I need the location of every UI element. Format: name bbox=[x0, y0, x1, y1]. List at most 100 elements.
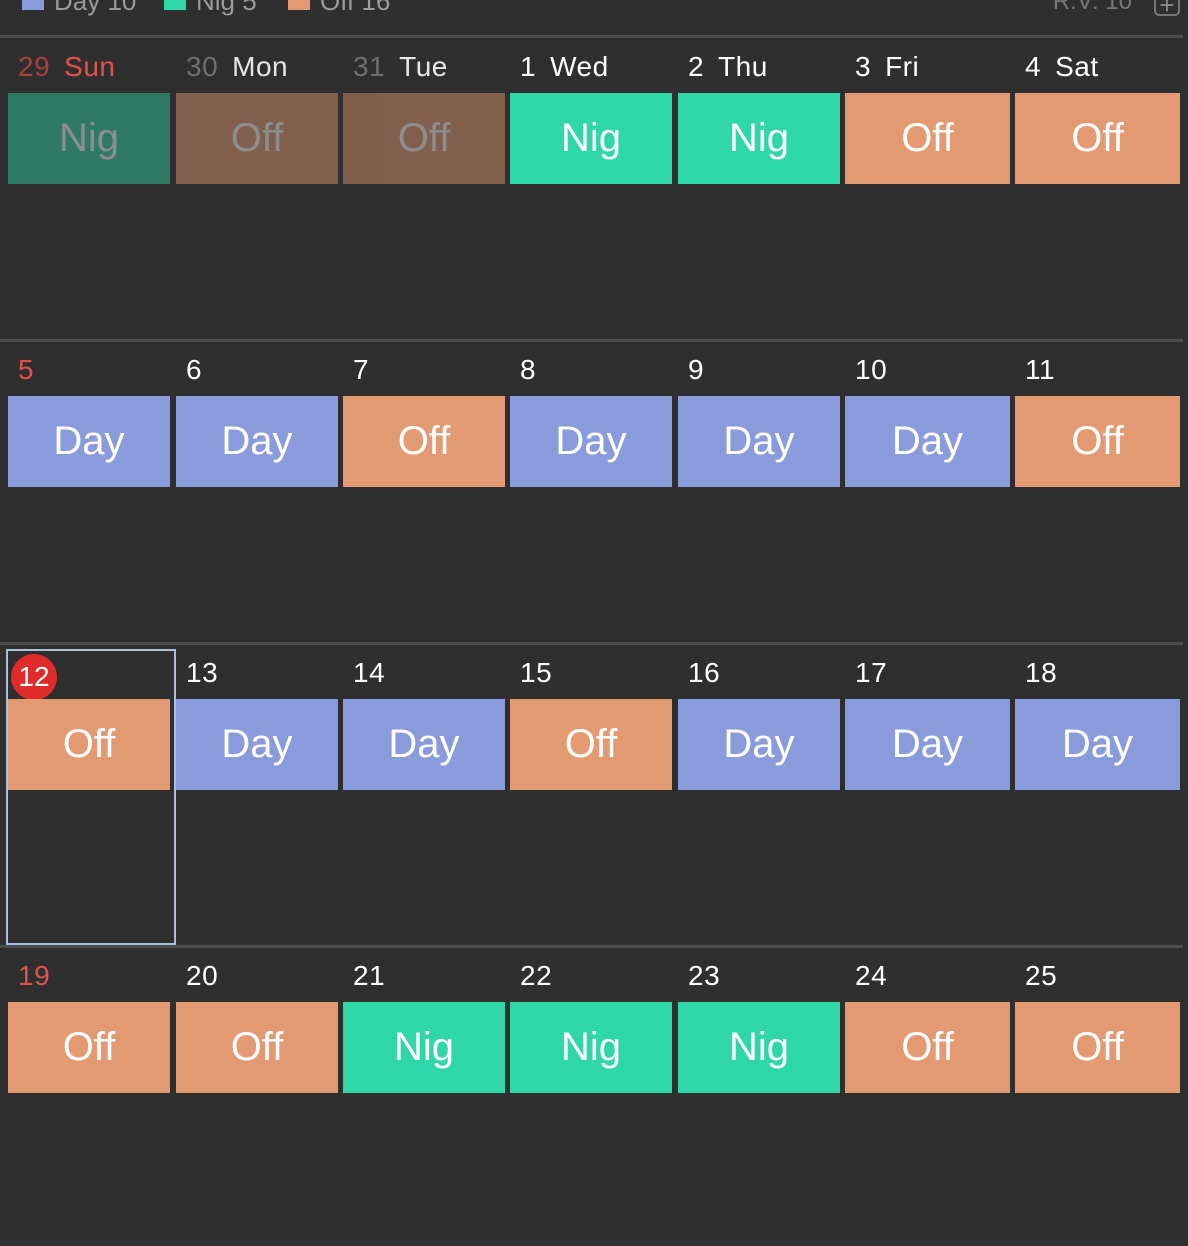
legend-item-night: Nig 5 bbox=[164, 0, 257, 16]
shift-off-block[interactable]: Off bbox=[8, 1002, 170, 1093]
day-cell[interactable]: 7 bbox=[343, 340, 505, 640]
shift-nig-block[interactable]: Nig bbox=[678, 93, 840, 184]
date-number: 9 bbox=[688, 354, 705, 385]
shift-off-block[interactable]: Off bbox=[8, 699, 170, 790]
date-label: 30 Mon bbox=[186, 47, 288, 87]
shift-nig-block[interactable]: Nig bbox=[8, 93, 170, 184]
shift-day-block[interactable]: Day bbox=[845, 396, 1010, 487]
shift-off-block[interactable]: Off bbox=[343, 93, 505, 184]
shift-day-block[interactable]: Day bbox=[510, 396, 672, 487]
day-cell[interactable]: 16 bbox=[678, 643, 840, 943]
day-cell[interactable]: 1 Wed bbox=[510, 37, 672, 337]
date-label: 22 bbox=[520, 956, 566, 996]
day-cell[interactable]: 3 Fri bbox=[845, 37, 1010, 337]
shift-day-block[interactable]: Day bbox=[176, 699, 338, 790]
date-label: 11 bbox=[1025, 350, 1069, 390]
shift-day-block[interactable]: Day bbox=[8, 396, 170, 487]
day-cell[interactable]: 14 bbox=[343, 643, 505, 943]
shift-off-block[interactable]: Off bbox=[1015, 93, 1180, 184]
date-label: 10 bbox=[855, 350, 901, 390]
date-number: 29 bbox=[18, 51, 51, 82]
shift-off-block[interactable]: Off bbox=[845, 1002, 1010, 1093]
day-cell[interactable]: 20 bbox=[176, 946, 338, 1246]
day-cell[interactable]: 17 bbox=[845, 643, 1010, 943]
shift-nig-block[interactable]: Nig bbox=[510, 1002, 672, 1093]
date-number: 18 bbox=[1025, 657, 1058, 688]
date-label: 7 bbox=[353, 350, 383, 390]
day-cell[interactable]: 23 bbox=[678, 946, 840, 1246]
date-label: 20 bbox=[186, 956, 232, 996]
day-cell[interactable]: 22 bbox=[510, 946, 672, 1246]
day-cell[interactable]: 8 bbox=[510, 340, 672, 640]
weekday-name: Wed bbox=[550, 51, 609, 82]
date-label: 17 bbox=[855, 653, 901, 693]
day-cell[interactable]: 2 Thu bbox=[678, 37, 840, 337]
day-cell[interactable]: 9 bbox=[678, 340, 840, 640]
shift-off-block[interactable]: Off bbox=[1015, 1002, 1180, 1093]
date-label: 5 bbox=[18, 350, 48, 390]
date-number: 21 bbox=[353, 960, 386, 991]
date-label: 3 Fri bbox=[855, 47, 919, 87]
shift-day-block[interactable]: Day bbox=[176, 396, 338, 487]
plus-square-icon[interactable]: + bbox=[1154, 0, 1180, 18]
date-label: 31 Tue bbox=[353, 47, 448, 87]
day-cell[interactable]: 19 bbox=[8, 946, 170, 1246]
shift-off-block[interactable]: Off bbox=[1015, 396, 1180, 487]
weekday-name: Fri bbox=[885, 51, 920, 82]
date-label: 18 bbox=[1025, 653, 1071, 693]
shift-nig-block[interactable]: Nig bbox=[343, 1002, 505, 1093]
weekday-name: Mon bbox=[232, 51, 289, 82]
date-number: 24 bbox=[855, 960, 888, 991]
day-cell[interactable]: 13 bbox=[176, 643, 338, 943]
shift-nig-block[interactable]: Nig bbox=[678, 1002, 840, 1093]
day-cell[interactable]: 25 bbox=[1015, 946, 1180, 1246]
shift-day-block[interactable]: Day bbox=[1015, 699, 1180, 790]
date-number: 23 bbox=[688, 960, 721, 991]
shift-off-block[interactable]: Off bbox=[176, 93, 338, 184]
day-cell[interactable]: 30 Mon bbox=[176, 37, 338, 337]
date-number: 4 bbox=[1025, 51, 1042, 82]
legend-swatch-night bbox=[164, 0, 186, 10]
legend-item-day: Day 10 bbox=[22, 0, 136, 16]
shift-day-block[interactable]: Day bbox=[845, 699, 1010, 790]
day-cell[interactable]: 4 Sat bbox=[1015, 37, 1180, 337]
date-number: 14 bbox=[353, 657, 386, 688]
date-number: 6 bbox=[186, 354, 203, 385]
shift-off-block[interactable]: Off bbox=[343, 396, 505, 487]
day-cell[interactable]: 18 bbox=[1015, 643, 1180, 943]
date-number: 30 bbox=[186, 51, 219, 82]
weekday-name: Thu bbox=[718, 51, 768, 82]
day-cell[interactable]: 24 bbox=[845, 946, 1010, 1246]
date-number: 1 bbox=[520, 51, 537, 82]
shift-day-block[interactable]: Day bbox=[343, 699, 505, 790]
shift-off-block[interactable]: Off bbox=[176, 1002, 338, 1093]
date-label: 16 bbox=[688, 653, 734, 693]
date-number: 22 bbox=[520, 960, 553, 991]
shift-off-block[interactable]: Off bbox=[845, 93, 1010, 184]
legend-label-night: Nig 5 bbox=[196, 0, 257, 16]
date-number: 13 bbox=[186, 657, 219, 688]
day-cell[interactable]: 15 bbox=[510, 643, 672, 943]
date-label: 14 bbox=[353, 653, 399, 693]
day-cell[interactable]: 6 bbox=[176, 340, 338, 640]
date-label: 9 bbox=[688, 350, 718, 390]
day-cell[interactable]: 11 bbox=[1015, 340, 1180, 640]
date-number: 3 bbox=[855, 51, 872, 82]
day-cell[interactable]: 10 bbox=[845, 340, 1010, 640]
legend-swatch-off bbox=[288, 0, 310, 10]
shift-nig-block[interactable]: Nig bbox=[510, 93, 672, 184]
date-label: 1 Wed bbox=[520, 47, 609, 87]
shift-day-block[interactable]: Day bbox=[678, 396, 840, 487]
weekday-name: Tue bbox=[399, 51, 448, 82]
shift-off-block[interactable]: Off bbox=[510, 699, 672, 790]
day-cell[interactable] bbox=[8, 643, 170, 943]
day-cell[interactable]: 29 Sun bbox=[8, 37, 170, 337]
shift-day-block[interactable]: Day bbox=[678, 699, 840, 790]
date-label: 6 bbox=[186, 350, 216, 390]
day-cell[interactable]: 5 bbox=[8, 340, 170, 640]
date-number: 20 bbox=[186, 960, 219, 991]
date-number: 19 bbox=[18, 960, 51, 991]
day-cell[interactable]: 31 Tue bbox=[343, 37, 505, 337]
date-number: 25 bbox=[1025, 960, 1058, 991]
day-cell[interactable]: 21 bbox=[343, 946, 505, 1246]
